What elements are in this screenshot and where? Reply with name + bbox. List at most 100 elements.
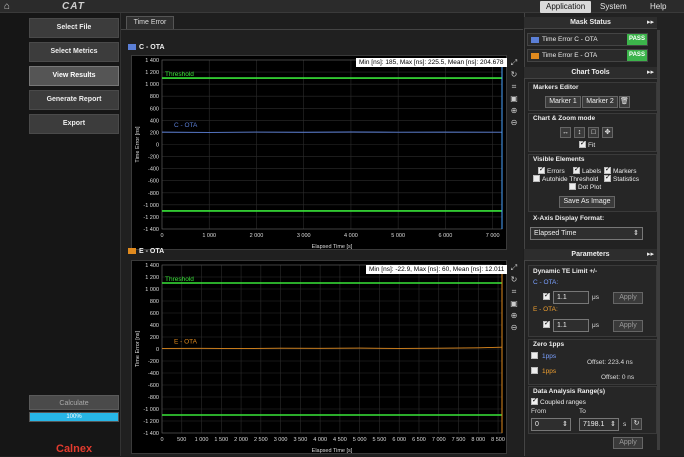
y-tick-label: 600 [150,106,159,112]
vertical-zoom-icon[interactable]: ↕ [574,127,585,138]
dot-plot-checkbox[interactable]: Dot Plot [569,183,601,191]
x-tick-label: 4 000 [313,437,327,443]
generate-report-button[interactable]: Generate Report [29,90,119,110]
checkbox-checked-icon [579,141,586,148]
zoom-in-icon[interactable]: ⊕ [509,106,519,116]
trash-icon[interactable]: 🗑 [619,96,630,108]
markers-editor-title: Markers Editor [533,84,579,91]
y-tick-label: -400 [148,371,159,377]
left-nav-panel: Select File Select Metrics View Results … [0,13,121,456]
select-metrics-button[interactable]: Select Metrics [29,42,119,62]
mask-row-c-ota[interactable]: Time Error C - OTA PASS [527,33,648,46]
statistics-label: Statistics [613,176,639,183]
view-results-button[interactable]: View Results [29,66,119,86]
checkbox-unchecked-icon [569,183,576,190]
reset-range-icon[interactable]: ↻ [631,418,642,430]
home-icon[interactable]: ⌂ [4,1,18,12]
mask-row-e-ota[interactable]: Time Error E - OTA PASS [527,49,648,62]
menu-system[interactable]: System [594,1,633,13]
zoom-out-icon[interactable]: ⊖ [509,118,519,128]
x-tick-label: 7 000 [432,437,446,443]
expand-icon[interactable]: ⤢ [509,58,519,68]
chart-icon [531,37,539,43]
y-tick-label: -1 000 [143,407,159,413]
pan-icon[interactable]: ✥ [602,127,613,138]
mask-row-label: Time Error E - OTA [542,52,597,59]
labels-label: Labels [582,168,601,175]
chart-c-ota[interactable]: 1 4001 2001 0008006004002000-200-400-600… [131,55,507,250]
chart-icon [531,53,539,59]
save-icon[interactable]: ▣ [509,299,519,309]
zero-1pps-c-checkbox[interactable]: 1pps [531,352,556,360]
checkbox-checked-icon [543,321,550,328]
e-ota-unit: μs [592,322,599,329]
c-ota-apply-button[interactable]: Apply [613,292,643,304]
y-axis-label: Time Error [ns] [135,330,141,367]
range-from-input[interactable]: 0⇕ [531,418,571,431]
range-unit: s [623,421,626,428]
c-ota-limit-input[interactable]: 1.1 [553,291,589,304]
visible-elements-title: Visible Elements [533,156,585,163]
pps-c-label: 1pps [542,353,556,360]
parameters-header[interactable]: Parameters▸▸ [524,249,657,261]
range-to-input[interactable]: 7198.1⇕ [579,418,619,431]
x-tick-label: 2 500 [254,437,268,443]
mask-row-label: Time Error C - OTA [542,36,598,43]
menu-help[interactable]: Help [644,1,672,13]
chart-title-text: C - OTA [139,44,165,51]
e-ota-label: E - OTA: [533,306,558,313]
e-ota-limit-input[interactable]: 1.1 [553,319,589,332]
marker-2-button[interactable]: Marker 2 [582,96,618,108]
coupled-ranges-checkbox[interactable]: Coupled ranges [531,398,586,406]
chart-e-ota[interactable]: 1 4001 2001 0008006004002000-200-400-600… [131,260,507,454]
zero-1pps-e-checkbox[interactable]: 1pps [531,367,556,375]
y-tick-label: 400 [150,118,159,124]
refresh-icon[interactable]: ↻ [509,70,519,80]
spinner-icon: ⇕ [562,419,568,430]
mask-status-header[interactable]: Mask Status▸▸ [524,17,657,29]
export-button[interactable]: Export [29,114,119,134]
statistics-checkbox[interactable]: Statistics [604,175,639,183]
select-file-button[interactable]: Select File [29,18,119,38]
app-logo: CAT [62,1,85,12]
labels-checkbox[interactable]: Labels [573,167,601,175]
zoom-out-icon[interactable]: ⊖ [509,323,519,333]
box-zoom-icon[interactable]: □ [588,127,599,138]
e-ota-apply-button[interactable]: Apply [613,320,643,332]
x-tick-label: 1 500 [214,437,228,443]
refresh-icon[interactable]: ↻ [509,275,519,285]
expand-icon[interactable]: ⤢ [509,263,519,273]
menu-application[interactable]: Application [540,1,591,13]
crop-icon[interactable]: ⌗ [509,82,519,92]
autohide-threshold-checkbox[interactable]: Autohide Threshold [533,175,598,183]
zoom-in-icon[interactable]: ⊕ [509,311,519,321]
horizontal-zoom-icon[interactable]: ↔ [560,127,571,138]
chart-tools-title: Chart Tools [571,69,609,76]
c-ota-limit-checkbox[interactable] [543,293,552,301]
chart-tools-header[interactable]: Chart Tools▸▸ [524,67,657,79]
save-as-image-button[interactable]: Save As Image [559,196,615,208]
e-ota-limit-checkbox[interactable] [543,321,552,329]
errors-checkbox[interactable]: Errors [538,167,565,175]
chart-c-ota-toolbar: ⤢ ↻ ⌗ ▣ ⊕ ⊖ [509,58,521,130]
markers-label: Markers [613,168,636,175]
x-tick-label: 5 000 [353,437,367,443]
coupled-ranges-label: Coupled ranges [540,399,586,406]
save-icon[interactable]: ▣ [509,94,519,104]
marker-1-button[interactable]: Marker 1 [545,96,581,108]
from-label: From [531,408,546,415]
fit-checkbox[interactable]: Fit [579,141,595,149]
calculate-button[interactable]: Calculate [29,395,119,410]
zoom-mode-title: Chart & Zoom mode [533,115,595,122]
x-axis-label: Elapsed Time [s] [312,448,353,454]
tab-time-error[interactable]: Time Error [126,16,174,29]
x-axis-format-select[interactable]: Elapsed Time⇕ [530,227,643,240]
crop-icon[interactable]: ⌗ [509,287,519,297]
range-apply-button[interactable]: Apply [613,437,643,449]
x-tick-label: 6 500 [412,437,426,443]
y-tick-label: -600 [148,383,159,389]
chart-e-ota-toolbar: ⤢ ↻ ⌗ ▣ ⊕ ⊖ [509,263,521,335]
right-panel-scrollbar[interactable] [657,30,660,450]
x-tick-label: 500 [177,437,186,443]
checkbox-checked-icon [573,167,580,174]
